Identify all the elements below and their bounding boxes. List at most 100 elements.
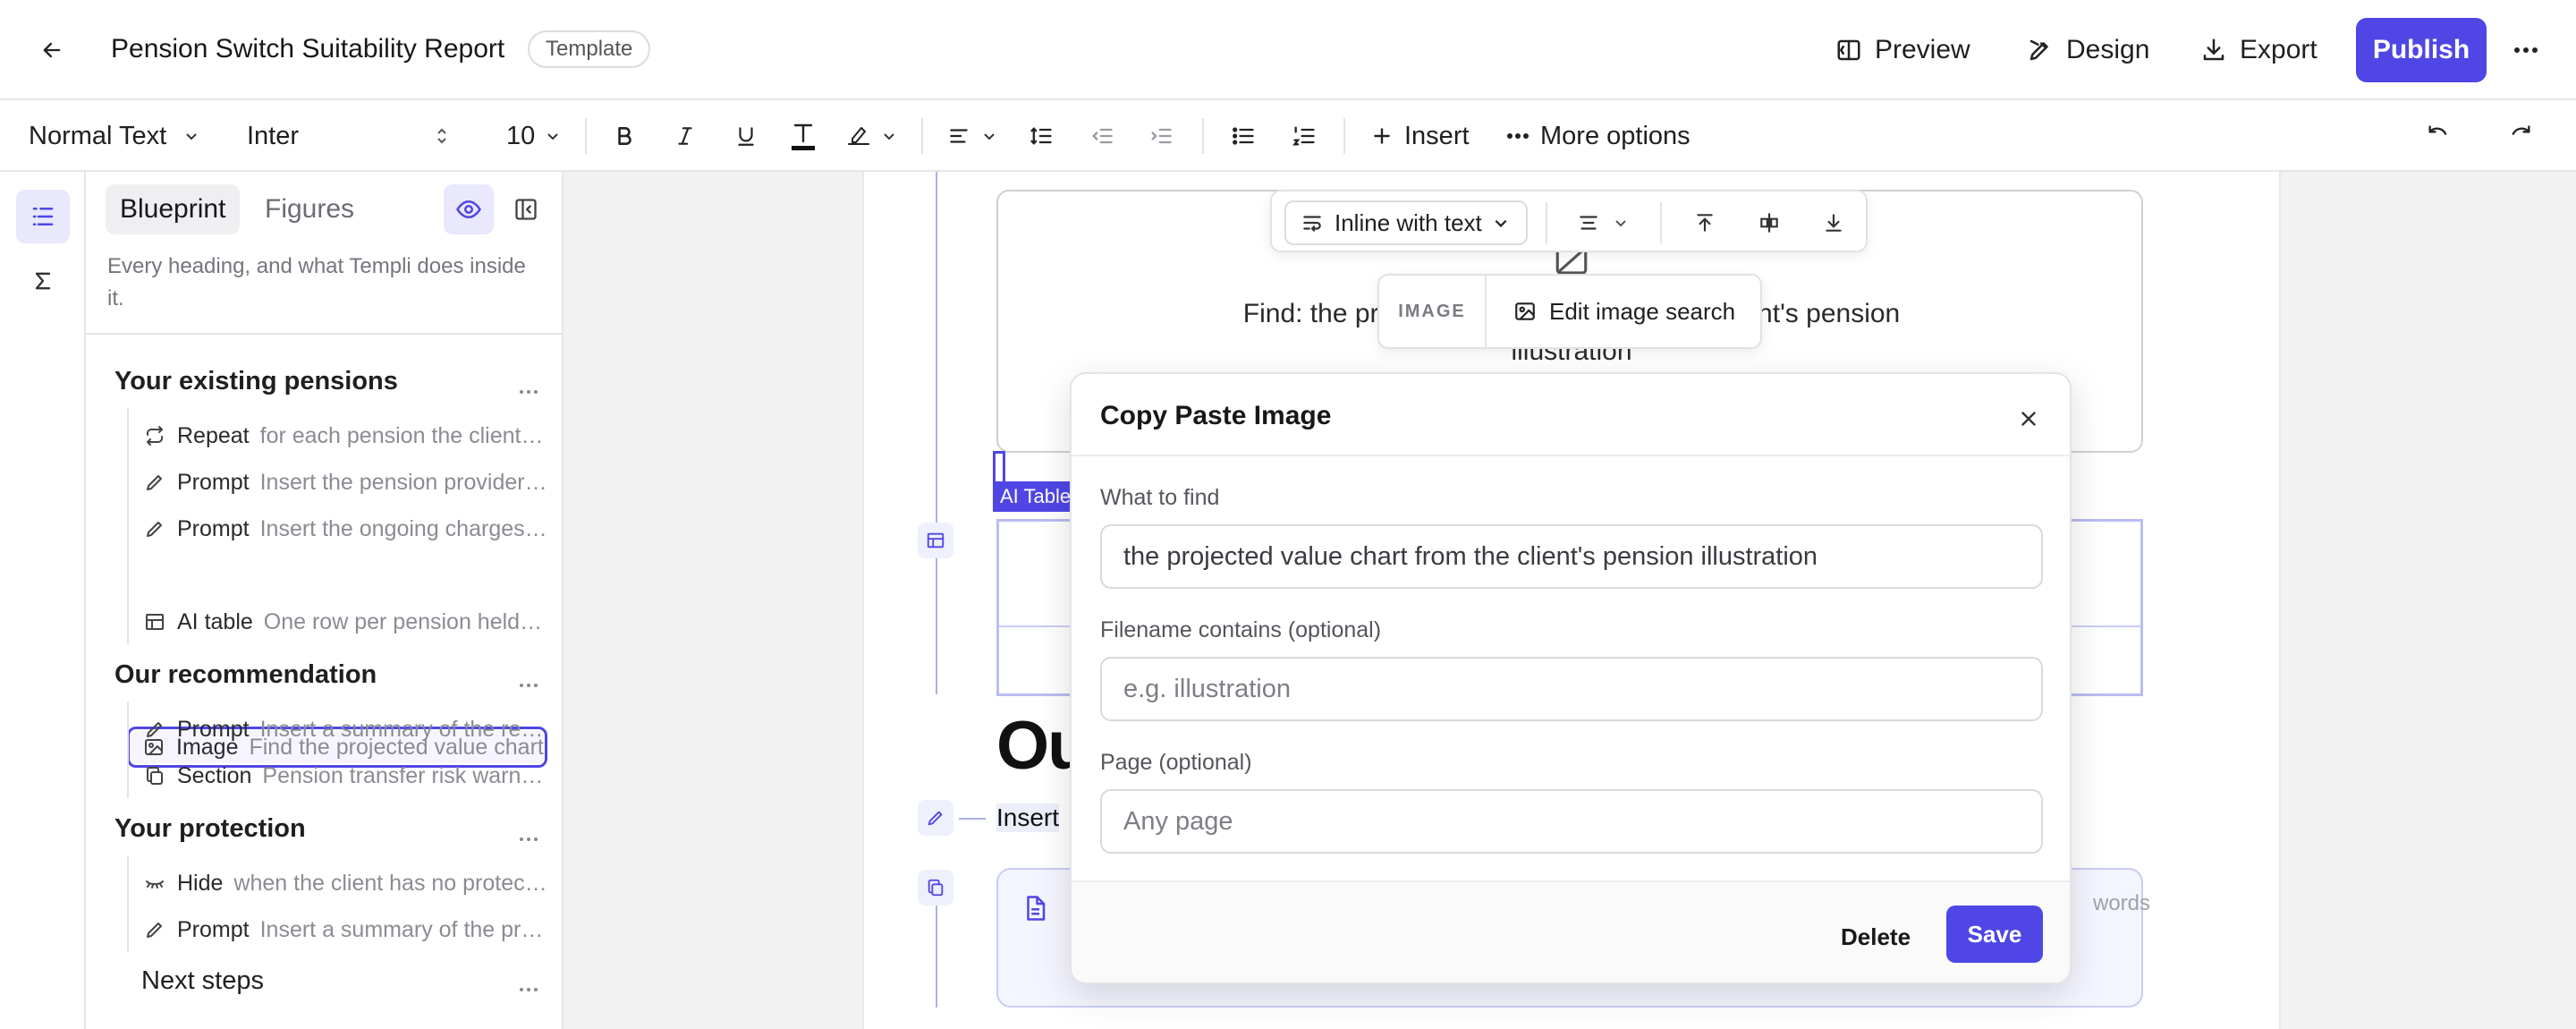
- section-title[interactable]: Your protection: [114, 814, 306, 844]
- pen-icon: [141, 515, 168, 542]
- bullet-list-icon[interactable]: [1225, 118, 1261, 154]
- document-icon: [1021, 895, 1048, 922]
- document-title[interactable]: Pension Switch Suitability Report: [111, 34, 504, 64]
- filename-input[interactable]: [1100, 657, 2043, 721]
- tab-blueprint[interactable]: Blueprint: [106, 184, 241, 234]
- more-horizontal-icon[interactable]: [515, 981, 542, 999]
- align-middle-icon[interactable]: [1751, 205, 1787, 241]
- item-type: Prompt: [177, 716, 250, 742]
- section-guide-line: [936, 172, 937, 694]
- align-bottom-icon[interactable]: [1816, 205, 1852, 241]
- pen-icon: [141, 916, 168, 943]
- tab-figures[interactable]: Figures: [250, 184, 369, 234]
- collapse-panel-icon[interactable]: [501, 184, 551, 234]
- copy-icon[interactable]: [918, 870, 953, 906]
- insert-label: Insert: [1404, 121, 1470, 150]
- indent-icon[interactable]: [1143, 118, 1179, 154]
- sidebar-divider: [86, 333, 562, 335]
- word-count: words: [2093, 891, 2151, 915]
- numbered-list-icon[interactable]: [1286, 118, 1322, 154]
- ai-table-tag: AI Table: [993, 481, 1079, 512]
- text-style-select[interactable]: Normal Text: [29, 100, 199, 172]
- pen-icon[interactable]: [918, 800, 953, 836]
- blueprint-item[interactable]: Prompt Insert the pension provider and p…: [131, 462, 547, 503]
- save-button[interactable]: Save: [1946, 906, 2043, 963]
- toolbar-divider: [1546, 202, 1547, 243]
- font-size-select[interactable]: 10: [506, 100, 560, 172]
- design-label: Design: [2066, 35, 2150, 64]
- chevron-down-icon[interactable]: [871, 118, 907, 154]
- align-top-icon[interactable]: [1687, 205, 1723, 241]
- redo-icon[interactable]: [2503, 118, 2538, 154]
- what-to-find-input[interactable]: [1100, 524, 2043, 589]
- table-icon[interactable]: [918, 523, 953, 558]
- left-rail: [0, 172, 86, 1029]
- section-title[interactable]: Our recommendation: [114, 660, 377, 690]
- align-center-icon[interactable]: [1571, 205, 1606, 241]
- page-label: Page (optional): [1100, 750, 1252, 775]
- section-title[interactable]: Your existing pensions: [114, 367, 398, 396]
- line-height-icon[interactable]: [1023, 118, 1059, 154]
- pen-tool-icon: [2027, 37, 2054, 64]
- more-horizontal-icon[interactable]: [515, 830, 542, 848]
- text-wrap-select[interactable]: Inline with text: [1284, 200, 1528, 245]
- blueprint-item[interactable]: Section Pension transfer risk warnings: [131, 755, 547, 796]
- underline-icon[interactable]: [728, 118, 764, 154]
- page-input[interactable]: [1100, 789, 2043, 854]
- export-button[interactable]: Export: [2200, 27, 2318, 73]
- more-options-button[interactable]: More options: [1506, 100, 1690, 172]
- updown-chevron-icon[interactable]: [435, 100, 449, 172]
- blueprint-item[interactable]: Hide when the client has no protection i…: [131, 863, 547, 904]
- publish-button[interactable]: Publish: [2356, 18, 2487, 82]
- preview-label: Preview: [1875, 35, 1970, 64]
- more-horizontal-icon[interactable]: [515, 676, 542, 694]
- more-options-label: More options: [1540, 121, 1690, 150]
- outline-icon[interactable]: [16, 190, 70, 243]
- item-type: Section: [177, 762, 252, 788]
- blueprint-sidebar: Blueprint Figures Every heading, and wha…: [86, 172, 564, 1029]
- edit-image-search-button[interactable]: Edit image search: [1513, 276, 1735, 347]
- blueprint-item[interactable]: AI table One row per pension held by the…: [131, 601, 547, 642]
- table-icon: [141, 608, 168, 635]
- image-block-tag: IMAGE Edit image search: [1377, 274, 1762, 349]
- prompt-text[interactable]: Insert: [996, 804, 1060, 832]
- italic-icon[interactable]: [667, 118, 703, 154]
- blueprint-item[interactable]: Prompt Insert the ongoing charges for ea…: [131, 508, 547, 549]
- export-label: Export: [2240, 35, 2318, 64]
- close-icon[interactable]: [2011, 401, 2046, 437]
- item-description: Insert a summary of the recommendation: [259, 716, 547, 742]
- blueprint-item[interactable]: Prompt Insert a summary of the protectio…: [131, 909, 547, 950]
- image-icon: [1513, 300, 1537, 323]
- outdent-icon[interactable]: [1084, 118, 1120, 154]
- text-style-value: Normal Text: [29, 121, 167, 150]
- item-type: Prompt: [177, 515, 250, 541]
- item-description: for each pension the client holds: [259, 422, 547, 448]
- item-description: Pension transfer risk warnings: [262, 762, 547, 788]
- copy-icon: [141, 762, 168, 789]
- delete-button[interactable]: Delete: [1819, 909, 1932, 965]
- section-title[interactable]: Next steps: [141, 966, 264, 996]
- blueprint-item[interactable]: Repeat for each pension the client holds: [131, 415, 547, 456]
- repeat-icon: [141, 422, 168, 449]
- eye-icon[interactable]: [444, 184, 494, 234]
- chevron-down-icon[interactable]: [971, 118, 1007, 154]
- preview-button[interactable]: Preview: [1835, 27, 1970, 73]
- pen-icon: [141, 716, 168, 743]
- chevron-down-icon[interactable]: [1603, 205, 1639, 241]
- undo-icon[interactable]: [2420, 118, 2456, 154]
- font-family-select[interactable]: Inter: [247, 100, 299, 172]
- item-type: AI table: [177, 608, 253, 634]
- more-horizontal-icon[interactable]: [515, 383, 542, 401]
- back-arrow-icon[interactable]: [32, 30, 72, 70]
- chevron-down-icon: [1493, 215, 1509, 231]
- item-description: Insert a summary of the protection: [259, 916, 547, 942]
- sigma-icon[interactable]: [16, 254, 70, 308]
- item-description: Insert the ongoing charges for each plan: [259, 515, 547, 541]
- more-horizontal-icon[interactable]: [2506, 32, 2546, 68]
- design-button[interactable]: Design: [2027, 27, 2149, 73]
- blueprint-item[interactable]: Prompt Insert a summary of the recommend…: [131, 709, 547, 750]
- eye-closed-icon: [141, 870, 168, 897]
- text-color-icon[interactable]: [785, 118, 821, 154]
- bold-icon[interactable]: [606, 118, 642, 154]
- insert-button[interactable]: Insert: [1370, 100, 1470, 172]
